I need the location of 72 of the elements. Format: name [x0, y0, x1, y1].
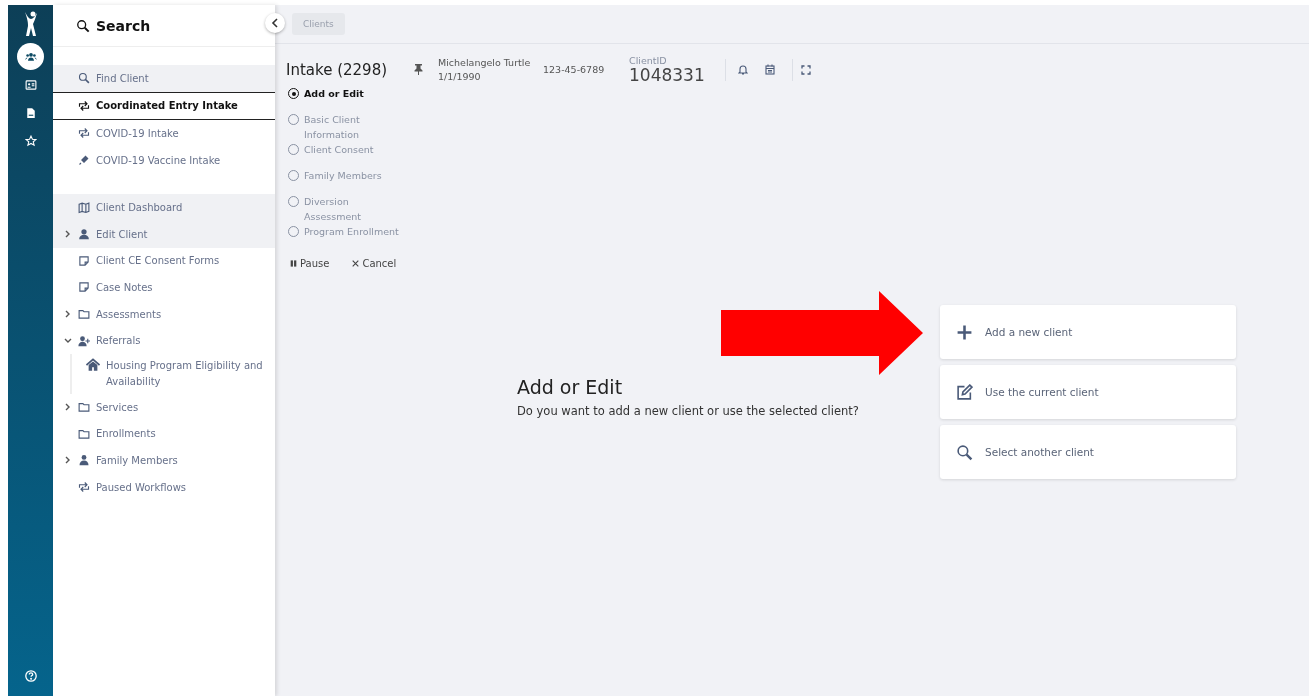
folder-icon [78, 308, 90, 321]
person-add-icon [78, 334, 90, 347]
sidebar-item[interactable]: Case Notes [53, 274, 275, 301]
pin-icon[interactable] [414, 64, 423, 75]
fullscreen-icon[interactable] [801, 64, 811, 75]
choice-card[interactable]: Use the current client [940, 365, 1236, 419]
client-id-label: ClientID [629, 55, 668, 66]
chevron-icon[interactable] [64, 403, 71, 412]
client-id: 1048331 [629, 66, 706, 84]
workflow-step[interactable]: Family Members [288, 168, 406, 194]
workflow-step[interactable]: Basic Client Information [288, 112, 406, 142]
chevron-icon[interactable] [64, 337, 72, 345]
folder-icon [78, 427, 90, 440]
id-card-icon [24, 78, 37, 91]
sidebar-item[interactable]: Paused Workflows [53, 473, 275, 501]
sidebar-item[interactable]: Referrals [53, 327, 275, 354]
sidebar-item[interactable]: Client CE Consent Forms [53, 247, 275, 275]
sidebar-item[interactable]: Coordinated Entry Intake [53, 91, 275, 121]
workflow-step[interactable]: Client Consent [288, 142, 406, 168]
folder-icon [78, 401, 90, 414]
document-icon [24, 106, 37, 119]
note-icon [78, 254, 90, 267]
house-icon [86, 357, 100, 372]
chevron-icon[interactable] [64, 230, 71, 239]
calendar-icon[interactable] [765, 64, 775, 75]
chevron-icon[interactable] [64, 456, 71, 465]
repeat-icon [78, 99, 90, 112]
plus-icon [956, 323, 973, 341]
search-icon [78, 72, 90, 85]
workflow-step[interactable]: Diversion Assessment [288, 194, 406, 224]
help-icon[interactable] [24, 670, 37, 682]
chevron-icon[interactable] [64, 310, 71, 319]
choice-card[interactable]: Select another client [940, 425, 1236, 479]
collapse-button[interactable] [265, 13, 285, 33]
panel-question: Do you want to add a new client or use the selected client? [517, 404, 860, 418]
rail-button[interactable] [17, 43, 44, 70]
edit-icon [956, 383, 973, 401]
bell-icon[interactable] [738, 64, 748, 75]
person-icon [78, 454, 90, 467]
panel-heading: Add or Edit [517, 376, 624, 398]
sidebar-item[interactable]: COVID-19 Vaccine Intake [53, 146, 275, 174]
workflow-action-button[interactable]: Pause [289, 258, 330, 269]
sidebar-item[interactable]: Assessments [53, 300, 275, 328]
close-icon [351, 259, 361, 268]
workflow-step[interactable]: Program Enrollment [288, 224, 406, 250]
intake-title: Intake (2298) [286, 60, 389, 79]
sidebar-item[interactable]: Find Client [53, 65, 275, 92]
sidebar-title: Search [96, 17, 151, 34]
sidebar-item[interactable]: Enrollments [53, 420, 275, 448]
sidebar-item[interactable]: Client Dashboard [53, 194, 275, 221]
search-icon [76, 18, 90, 33]
repeat-icon [78, 481, 90, 493]
person-icon [78, 228, 90, 241]
workflow-step[interactable]: Add or Edit [288, 86, 406, 112]
workflow-action-button[interactable]: Cancel [351, 258, 397, 269]
logo-icon [23, 11, 38, 37]
star-icon [24, 134, 37, 147]
people-icon [24, 50, 37, 63]
pause-icon [289, 259, 298, 268]
sidebar-item[interactable]: Edit Client [53, 220, 275, 248]
client-name: Michelangelo Turtle [438, 56, 531, 68]
ssn-text: 123-45-6789 [543, 64, 606, 75]
birth-date: 1/1/1990 [438, 70, 481, 82]
sidebar-item[interactable]: COVID-19 Intake [53, 120, 275, 147]
sidebar-item[interactable]: Family Members [53, 447, 275, 474]
note-icon [78, 281, 90, 294]
map-icon [78, 201, 90, 214]
sidebar-item[interactable]: Services [53, 393, 275, 421]
chevron-icon [271, 18, 279, 28]
choice-card[interactable]: Add a new client [940, 305, 1236, 359]
search-icon [956, 443, 973, 461]
repeat-icon [78, 127, 90, 140]
